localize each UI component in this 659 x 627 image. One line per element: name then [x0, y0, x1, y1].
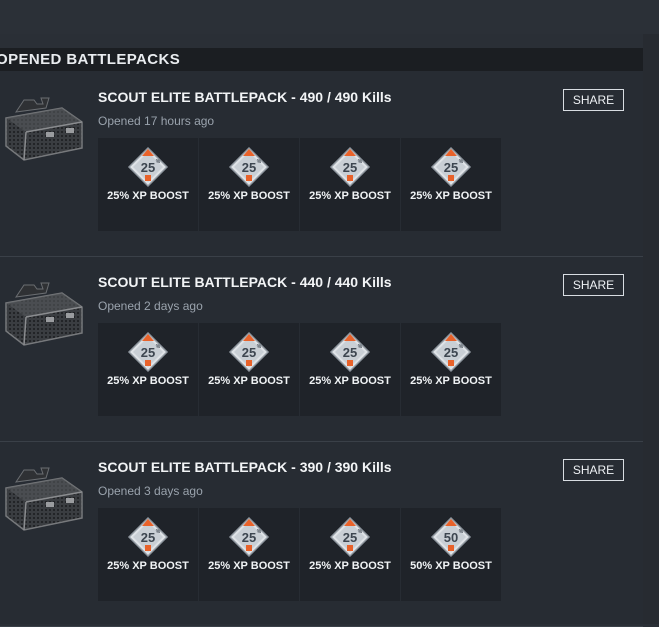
svg-text:%: %: [257, 344, 262, 350]
panel-title: OPENED BATTLEPACKS: [0, 51, 181, 68]
battlepack-case-icon: [0, 279, 88, 351]
svg-text:%: %: [358, 159, 363, 165]
share-button[interactable]: SHARE: [563, 459, 624, 481]
xp-boost-icon: 25 %: [228, 516, 270, 558]
svg-text:%: %: [459, 529, 464, 535]
reward-list: 25 % 25% XP BOOST 25 % 25% XP BOOST 25 %…: [98, 138, 502, 231]
opened-time: Opened 2 days ago: [98, 299, 203, 313]
reward-tile[interactable]: 25 % 25% XP BOOST: [300, 508, 400, 601]
svg-text:25: 25: [242, 160, 256, 175]
opened-time: Opened 3 days ago: [98, 484, 203, 498]
reward-label: 25% XP BOOST: [208, 190, 290, 202]
reward-label: 25% XP BOOST: [410, 190, 492, 202]
share-button[interactable]: SHARE: [563, 274, 624, 296]
svg-text:%: %: [358, 529, 363, 535]
share-button[interactable]: SHARE: [563, 89, 624, 111]
reward-tile[interactable]: 25 % 25% XP BOOST: [98, 508, 198, 601]
reward-label: 25% XP BOOST: [107, 560, 189, 572]
svg-text:%: %: [459, 344, 464, 350]
svg-text:%: %: [156, 344, 161, 350]
reward-tile[interactable]: 50 % 50% XP BOOST: [401, 508, 501, 601]
svg-text:25: 25: [444, 345, 458, 360]
reward-label: 50% XP BOOST: [410, 560, 492, 572]
xp-boost-icon: 25 %: [329, 331, 371, 373]
xp-boost-icon: 25 %: [127, 331, 169, 373]
reward-tile[interactable]: 25 % 25% XP BOOST: [199, 508, 299, 601]
battlepack-entry: SCOUT ELITE BATTLEPACK - 440 / 440 Kills…: [0, 257, 643, 442]
reward-tile[interactable]: 25 % 25% XP BOOST: [98, 138, 198, 231]
reward-tile[interactable]: 25 % 25% XP BOOST: [98, 323, 198, 416]
reward-label: 25% XP BOOST: [410, 375, 492, 387]
reward-tile[interactable]: 25 % 25% XP BOOST: [300, 138, 400, 231]
reward-label: 25% XP BOOST: [107, 190, 189, 202]
battlepack-title: SCOUT ELITE BATTLEPACK - 440 / 440 Kills: [98, 274, 392, 290]
svg-text:25: 25: [343, 530, 357, 545]
svg-text:%: %: [156, 159, 161, 165]
svg-text:%: %: [257, 159, 262, 165]
reward-label: 25% XP BOOST: [107, 375, 189, 387]
svg-text:25: 25: [141, 345, 155, 360]
svg-text:25: 25: [242, 530, 256, 545]
xp-boost-icon: 25 %: [127, 146, 169, 188]
xp-boost-icon: 50 %: [430, 516, 472, 558]
panel-header: OPENED BATTLEPACKS: [0, 48, 643, 71]
svg-text:25: 25: [343, 160, 357, 175]
top-bar: [0, 0, 659, 34]
xp-boost-icon: 25 %: [329, 146, 371, 188]
reward-label: 25% XP BOOST: [309, 375, 391, 387]
svg-text:25: 25: [242, 345, 256, 360]
svg-text:%: %: [459, 159, 464, 165]
xp-boost-icon: 25 %: [127, 516, 169, 558]
reward-label: 25% XP BOOST: [309, 190, 391, 202]
reward-list: 25 % 25% XP BOOST 25 % 25% XP BOOST 25 %…: [98, 323, 502, 416]
svg-text:50: 50: [444, 530, 458, 545]
reward-tile[interactable]: 25 % 25% XP BOOST: [199, 138, 299, 231]
battlepack-title: SCOUT ELITE BATTLEPACK - 490 / 490 Kills: [98, 89, 392, 105]
svg-text:25: 25: [141, 530, 155, 545]
reward-tile[interactable]: 25 % 25% XP BOOST: [199, 323, 299, 416]
reward-tile[interactable]: 25 % 25% XP BOOST: [300, 323, 400, 416]
svg-text:%: %: [358, 344, 363, 350]
reward-tile[interactable]: 25 % 25% XP BOOST: [401, 138, 501, 231]
reward-label: 25% XP BOOST: [208, 375, 290, 387]
page-gutter: [643, 34, 659, 624]
xp-boost-icon: 25 %: [329, 516, 371, 558]
svg-text:%: %: [156, 529, 161, 535]
opened-battlepacks-panel: OPENED BATTLEPACKS SCOUT ELITE BATTLEPAC…: [0, 48, 643, 627]
opened-time: Opened 17 hours ago: [98, 114, 215, 128]
battlepack-title: SCOUT ELITE BATTLEPACK - 390 / 390 Kills: [98, 459, 392, 475]
battlepack-entry: SCOUT ELITE BATTLEPACK - 390 / 390 Kills…: [0, 442, 643, 627]
reward-tile[interactable]: 25 % 25% XP BOOST: [401, 323, 501, 416]
reward-label: 25% XP BOOST: [309, 560, 391, 572]
battlepack-case-icon: [0, 94, 88, 166]
svg-text:25: 25: [141, 160, 155, 175]
xp-boost-icon: 25 %: [228, 331, 270, 373]
svg-text:25: 25: [343, 345, 357, 360]
reward-list: 25 % 25% XP BOOST 25 % 25% XP BOOST 25 %…: [98, 508, 502, 601]
svg-text:%: %: [257, 529, 262, 535]
reward-label: 25% XP BOOST: [208, 560, 290, 572]
xp-boost-icon: 25 %: [430, 146, 472, 188]
svg-text:25: 25: [444, 160, 458, 175]
xp-boost-icon: 25 %: [228, 146, 270, 188]
battlepack-case-icon: [0, 464, 88, 536]
xp-boost-icon: 25 %: [430, 331, 472, 373]
battlepack-entry: SCOUT ELITE BATTLEPACK - 490 / 490 Kills…: [0, 72, 643, 257]
